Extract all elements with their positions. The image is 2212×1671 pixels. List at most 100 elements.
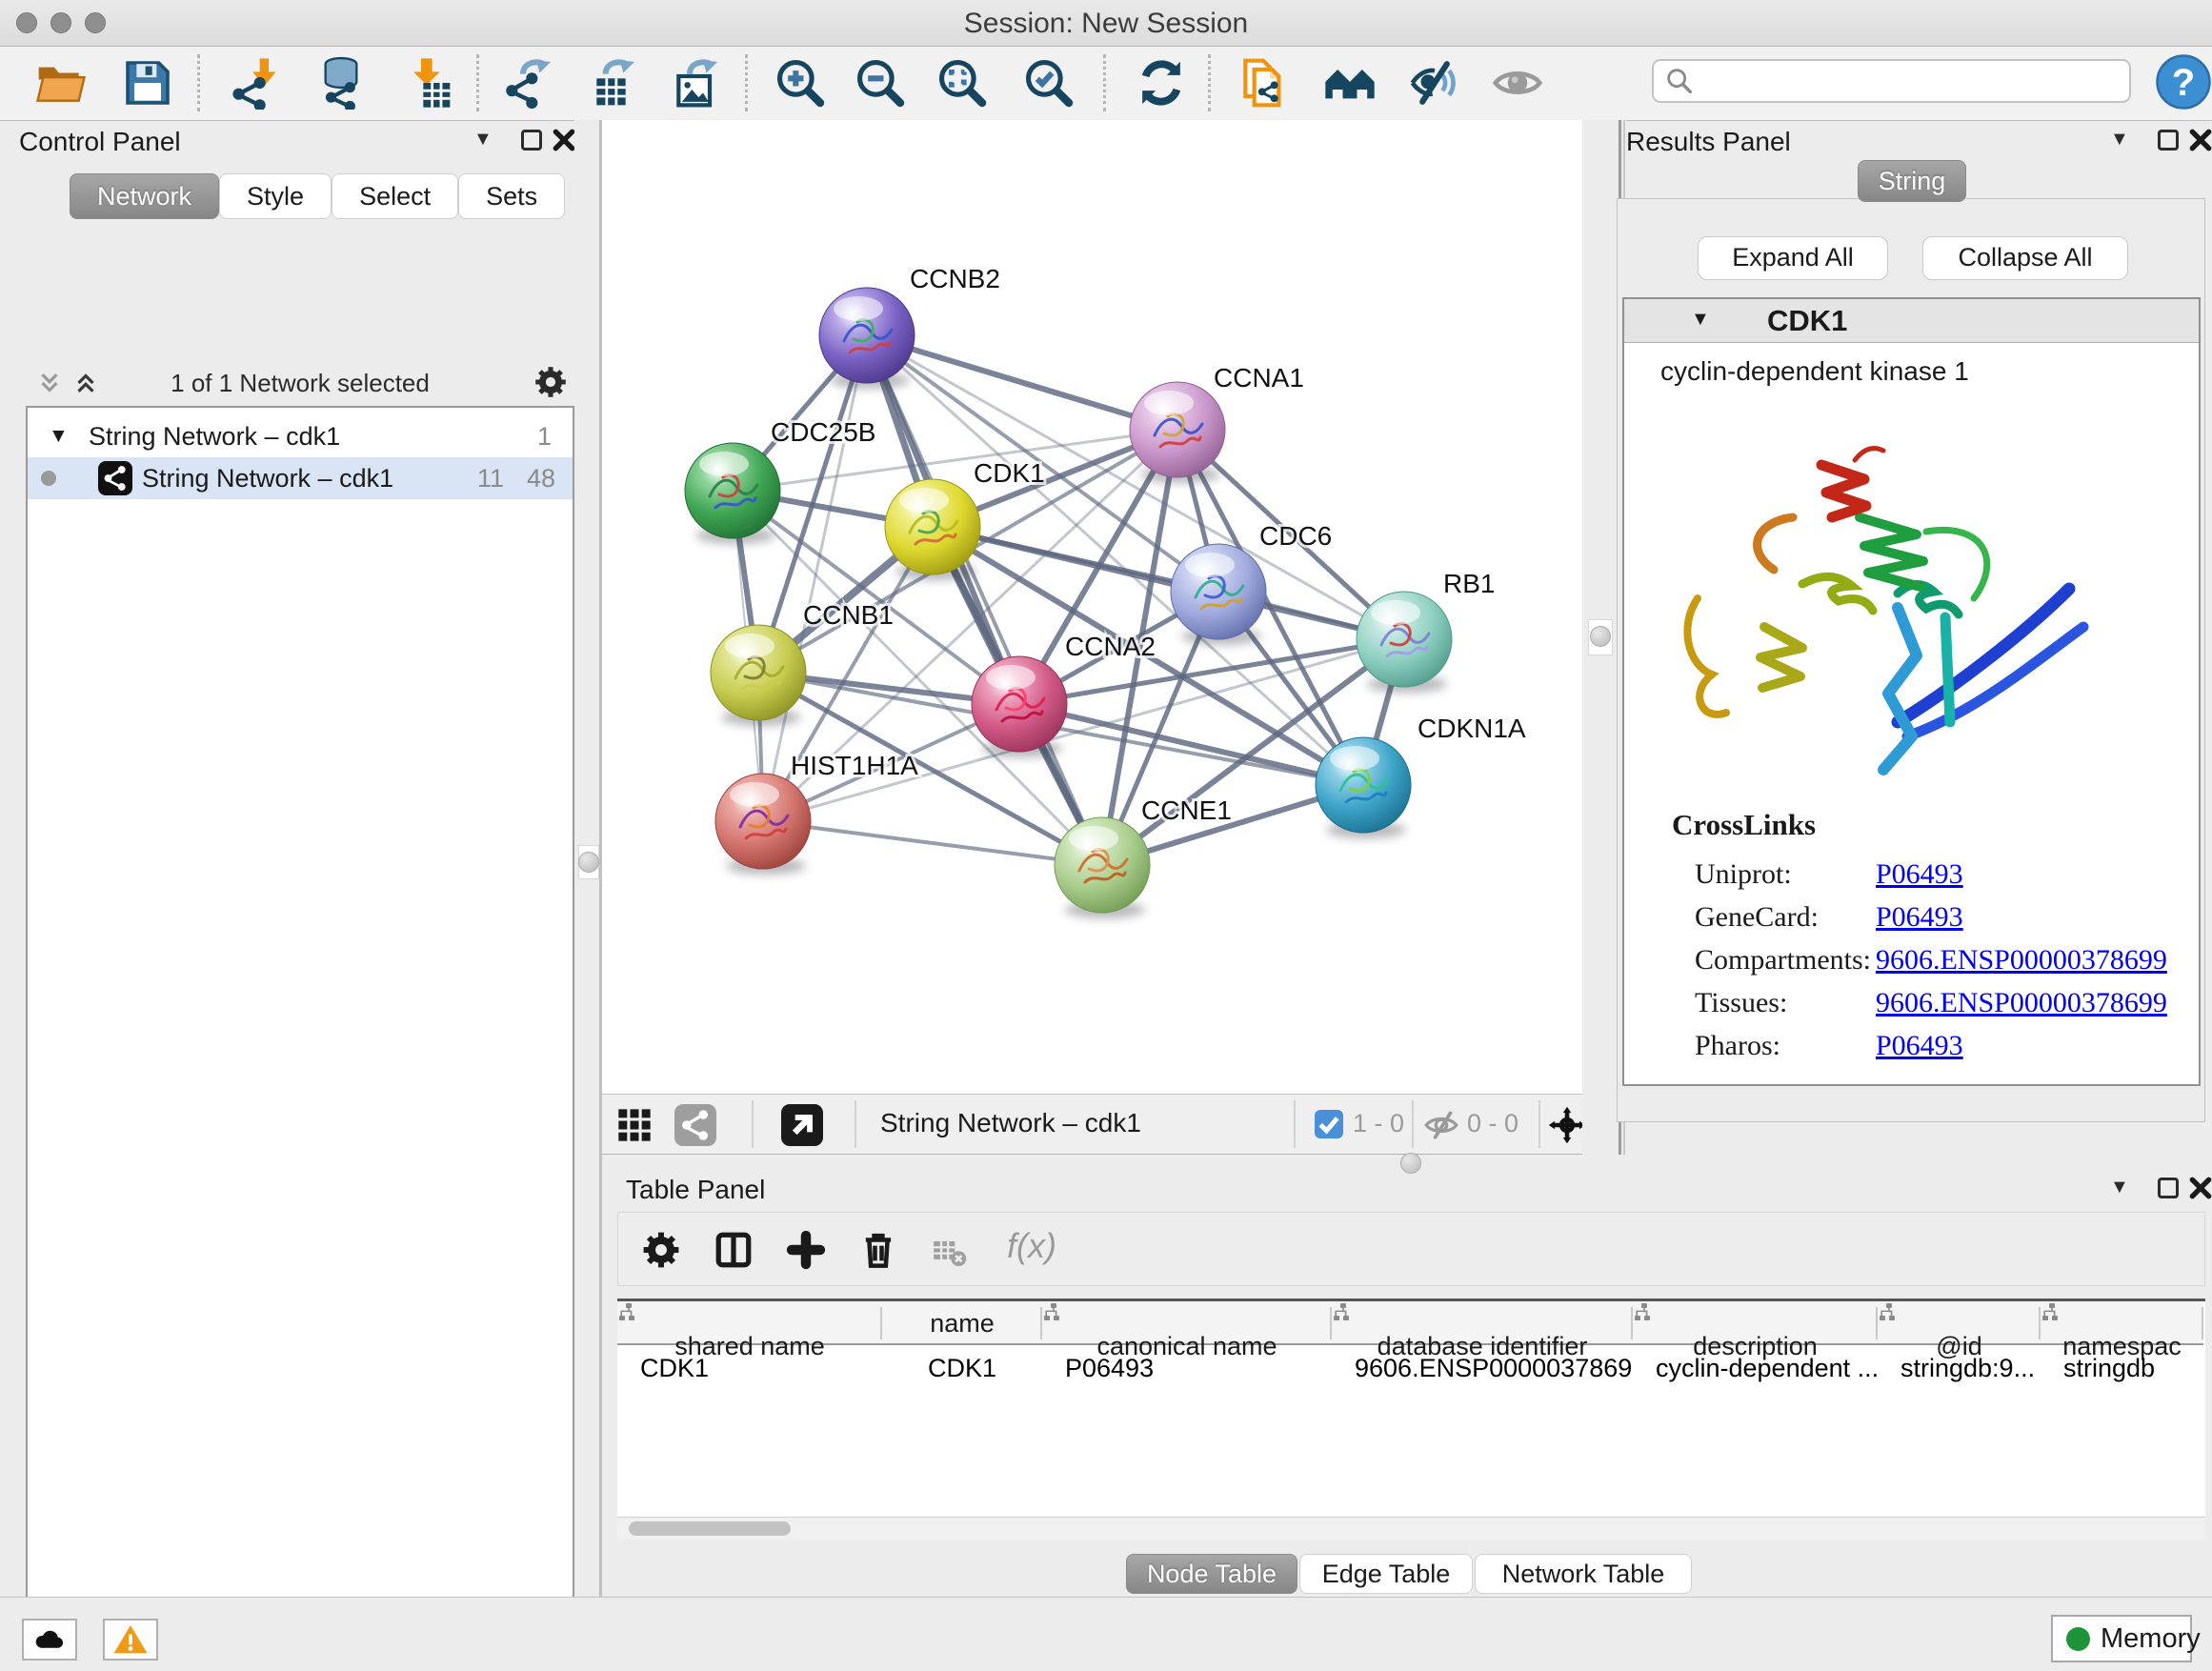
left-splitter[interactable] [574, 120, 602, 1597]
show-all-icon[interactable] [1491, 56, 1544, 110]
table-gear-icon[interactable] [641, 1230, 681, 1270]
select-columns-icon[interactable] [714, 1230, 754, 1270]
node-CDC6[interactable]: CDC6 [1171, 521, 1332, 645]
horizontal-splitter-knob[interactable] [1400, 1153, 1421, 1174]
collapse-all-button[interactable]: Collapse All [1922, 236, 2128, 280]
network-from-clipboard-icon[interactable] [1237, 56, 1290, 110]
column-header-description[interactable]: description [1633, 1301, 1878, 1345]
open-session-icon[interactable] [34, 56, 88, 110]
tab-edge-table[interactable]: Edge Table [1299, 1554, 1473, 1594]
import-table-from-file-icon[interactable] [401, 56, 454, 110]
results-panel-float-icon[interactable] [2158, 130, 2179, 151]
hide-selected-icon[interactable] [1408, 56, 1461, 110]
zoom-selected-icon[interactable] [1022, 56, 1076, 110]
crosslink-value-uniprot[interactable]: P06493 [1876, 858, 1963, 891]
cell-description[interactable]: cyclin-dependent ... [1633, 1347, 1878, 1389]
grid-mode-icon[interactable] [615, 1106, 654, 1144]
birdseye-view-icon[interactable] [781, 1104, 823, 1146]
column-header-canonical_name[interactable]: canonical name [1042, 1301, 1332, 1345]
node-label-CCNE1: CCNE1 [1141, 795, 1232, 825]
tab-network-table[interactable]: Network Table [1475, 1554, 1692, 1594]
results-panel-menu-icon[interactable]: ▼ [2110, 129, 2129, 151]
network-badge-icon[interactable] [674, 1104, 716, 1146]
toolbar-separator [1412, 1100, 1414, 1148]
export-image-icon[interactable] [670, 56, 723, 110]
left-splitter-knob[interactable] [578, 852, 599, 873]
cell-name[interactable]: CDK1 [882, 1347, 1042, 1389]
node-table[interactable]: shared nameCDK1nameCDK1canonical nameP06… [617, 1299, 2205, 1540]
protein-structure-image [1659, 408, 2117, 808]
warnings-button[interactable] [103, 1619, 158, 1661]
node-HIST1H1A[interactable]: HIST1H1A [715, 751, 918, 875]
network-row-selected[interactable]: String Network – cdk1 11 48 [28, 457, 573, 499]
tab-sets[interactable]: Sets [458, 173, 565, 219]
add-column-icon[interactable] [786, 1230, 826, 1270]
pan-crosshair-icon[interactable] [1547, 1105, 1587, 1145]
crosslink-value-pharos[interactable]: P06493 [1876, 1030, 1963, 1062]
column-header-at_id[interactable]: @id [1878, 1301, 2041, 1345]
export-network-icon[interactable] [503, 56, 556, 110]
gene-section-header[interactable]: ▼ CDK1 [1624, 299, 2199, 343]
tab-select[interactable]: Select [332, 173, 458, 219]
save-session-icon[interactable] [121, 56, 174, 110]
table-horizontal-scrollbar[interactable] [617, 1517, 2205, 1540]
control-panel-menu-icon[interactable]: ▼ [473, 129, 493, 151]
cloud-button[interactable] [22, 1619, 77, 1661]
cell-canonical_name[interactable]: P06493 [1042, 1347, 1332, 1389]
hidden-node-edge-counts: 0 - 0 [1467, 1109, 1518, 1138]
zoom-fit-icon[interactable] [935, 56, 989, 110]
status-bar: Memory [0, 1597, 2212, 1671]
node-label-CDC6: CDC6 [1259, 521, 1332, 551]
column-header-namespace[interactable]: namespac [2041, 1301, 2203, 1345]
table-panel-menu-icon[interactable]: ▼ [2110, 1177, 2129, 1198]
crosslink-value-tissues[interactable]: 9606.ENSP00000378699 [1876, 987, 2167, 1019]
memory-button[interactable]: Memory [2051, 1615, 2192, 1662]
export-table-icon[interactable] [588, 56, 641, 110]
control-panel-close-icon[interactable] [552, 128, 576, 152]
crosslink-label-genecard: GeneCard: [1695, 901, 1819, 934]
string-network-graph[interactable]: CCNB2CCNA1CDC25BCDK1CDC6RB1CCNB1CCNA2CDK… [602, 120, 1582, 1094]
selected-node-edge-counts: 1 - 0 [1353, 1109, 1404, 1138]
search-input[interactable] [1652, 59, 2131, 103]
results-panel-close-icon[interactable] [2188, 128, 2212, 152]
toolbar-separator [197, 54, 200, 111]
right-splitter-knob[interactable] [1590, 626, 1611, 647]
refresh-view-icon[interactable] [1135, 56, 1188, 110]
delete-column-trash-icon[interactable] [858, 1230, 898, 1270]
column-header-shared_name[interactable]: shared name [617, 1301, 882, 1345]
horizontal-splitter[interactable] [602, 1155, 2212, 1172]
table-scrollbar-thumb[interactable] [629, 1521, 791, 1536]
network-options-gear-icon[interactable] [533, 365, 568, 399]
table-panel-close-icon[interactable] [2188, 1176, 2212, 1200]
node-CDKN1A[interactable]: CDKN1A [1316, 714, 1526, 838]
zoom-in-icon[interactable] [774, 56, 827, 110]
node-RB1[interactable]: RB1 [1357, 569, 1495, 693]
crosslink-value-compartments[interactable]: 9606.ENSP00000378699 [1876, 944, 2167, 976]
delete-table-icon-disabled [931, 1234, 967, 1270]
cell-namespace[interactable]: stringdb [2041, 1347, 2203, 1389]
help-icon[interactable]: ? [2155, 53, 2208, 107]
first-neighbors-icon[interactable] [1323, 56, 1377, 110]
selected-checkbox-icon[interactable] [1315, 1110, 1343, 1138]
gene-section-expander-icon[interactable]: ▼ [1691, 309, 1710, 331]
import-network-from-file-icon[interactable] [229, 56, 282, 110]
control-panel-float-icon[interactable] [521, 130, 542, 151]
tab-style[interactable]: Style [219, 173, 332, 219]
cell-database_identifier[interactable]: 9606.ENSP00000378699 [1332, 1347, 1633, 1389]
tab-network[interactable]: Network [70, 173, 219, 219]
cell-shared_name[interactable]: CDK1 [617, 1347, 882, 1389]
tab-node-table[interactable]: Node Table [1126, 1554, 1297, 1594]
expand-all-button[interactable]: Expand All [1698, 236, 1888, 280]
tab-string-results[interactable]: String [1858, 160, 1966, 202]
column-header-name[interactable]: name [882, 1301, 1042, 1345]
crosslink-value-genecard[interactable]: P06493 [1876, 901, 1963, 934]
zoom-out-icon[interactable] [854, 56, 907, 110]
network-canvas[interactable]: CCNB2CCNA1CDC25BCDK1CDC6RB1CCNB1CCNA2CDK… [602, 120, 1582, 1094]
table-panel-float-icon[interactable] [2158, 1178, 2179, 1198]
import-network-from-database-icon[interactable] [314, 56, 368, 110]
collection-expander-icon[interactable]: ▼ [49, 415, 69, 457]
node-CCNB1[interactable]: CCNB1 [711, 600, 894, 726]
column-header-database_identifier[interactable]: database identifier [1332, 1301, 1633, 1345]
network-collection-row[interactable]: ▼ String Network – cdk1 1 [28, 415, 573, 457]
cell-at_id[interactable]: stringdb:9... [1878, 1347, 2041, 1389]
